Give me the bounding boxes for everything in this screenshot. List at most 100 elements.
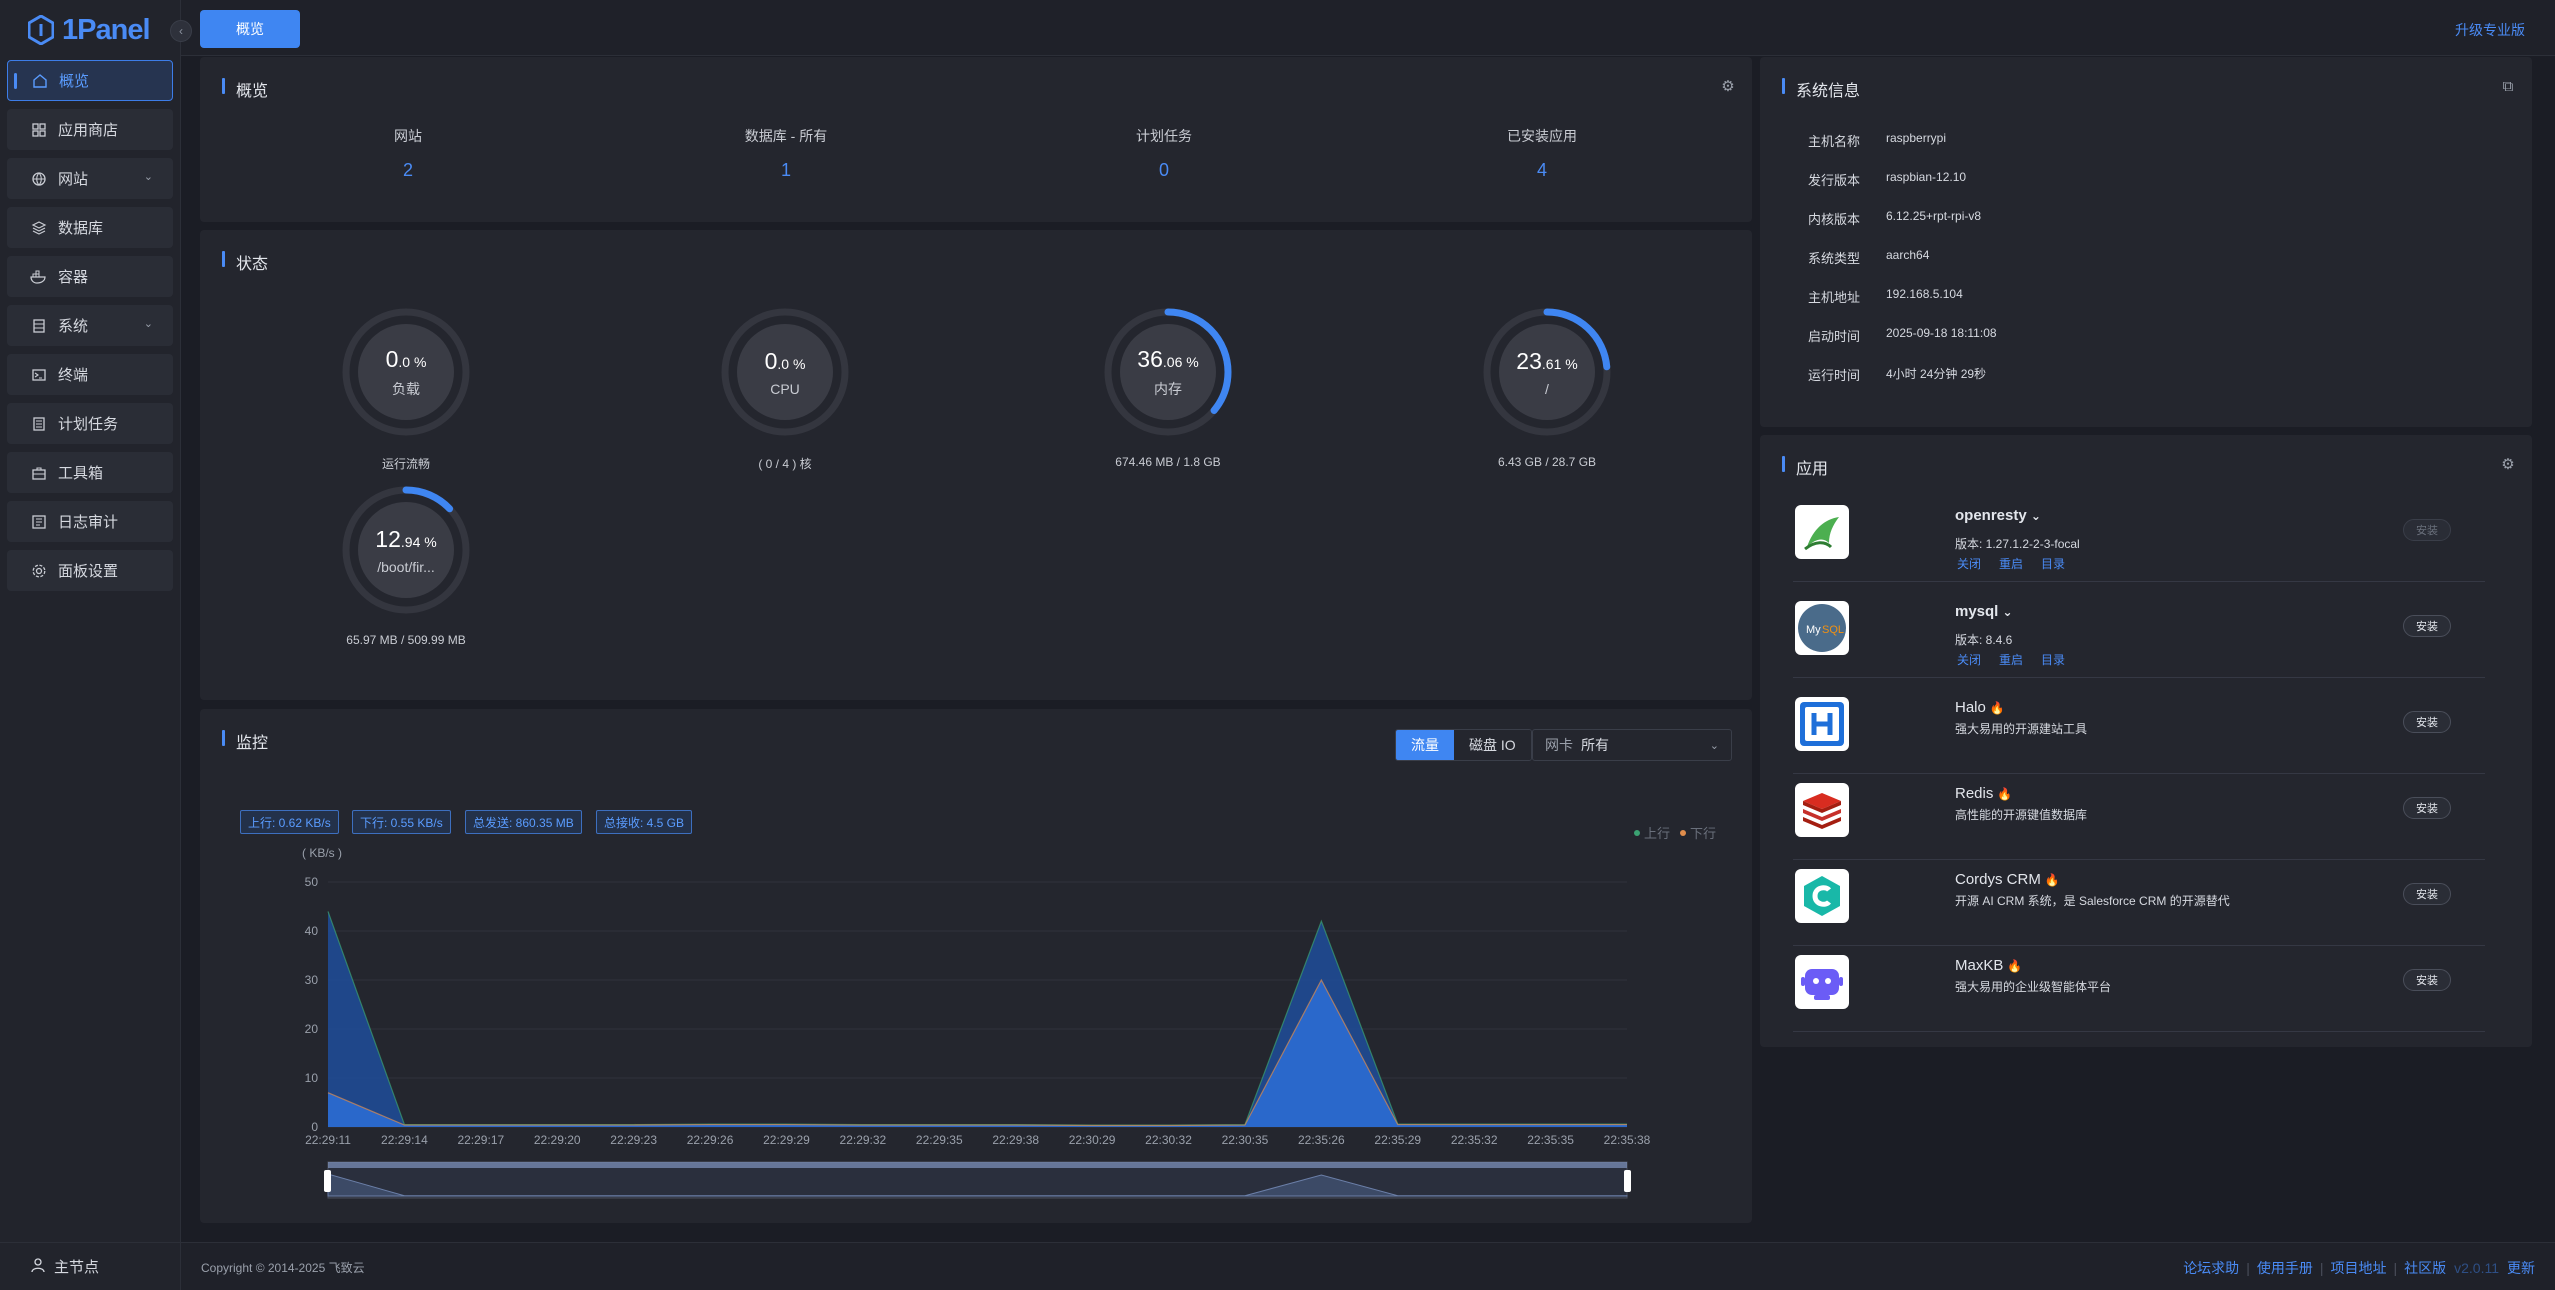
overview-stat-websites[interactable]: 网站 2 xyxy=(308,126,508,181)
chevron-down-icon: ⌄ xyxy=(143,171,153,183)
app-name[interactable]: MaxKB 🔥 xyxy=(1955,957,2022,974)
app-name[interactable]: openresty ⌄ xyxy=(1955,507,2041,524)
forum-link[interactable]: 论坛求助 xyxy=(2183,1258,2239,1278)
info-row-arch: 系统类型 aarch64 xyxy=(1808,248,1929,267)
zoom-handle-left[interactable] xyxy=(324,1170,331,1192)
globe-icon xyxy=(30,170,48,188)
gauge-load[interactable]: 0.0 % 负载 xyxy=(341,307,471,437)
node-selector[interactable]: 主节点 xyxy=(0,1242,181,1290)
update-link[interactable]: 更新 xyxy=(2507,1258,2535,1278)
overview-stat-cron[interactable]: 计划任务 0 xyxy=(1064,126,1264,181)
hot-icon: 🔥 xyxy=(2007,959,2023,973)
sidebar-item-logs[interactable]: 日志审计 xyxy=(7,501,173,542)
svg-text:SQL: SQL xyxy=(1822,624,1844,636)
directory-link[interactable]: 目录 xyxy=(2041,555,2065,572)
app-name[interactable]: Halo 🔥 xyxy=(1955,699,2005,716)
upgrade-pro-link[interactable]: 升级专业版 xyxy=(2455,20,2525,40)
collapse-sidebar-button[interactable]: ‹ xyxy=(170,20,192,42)
nic-select[interactable]: 网卡 所有 ⌄ xyxy=(1532,729,1732,761)
app-cordys-crm: Cordys CRM 🔥 开源 AI CRM 系统，是 Salesforce CR… xyxy=(1793,860,2485,946)
install-button[interactable]: 安装 xyxy=(2403,615,2451,637)
restart-link[interactable]: 重启 xyxy=(1999,651,2023,668)
x-tick-label: 22:35:32 xyxy=(1451,1133,1498,1147)
gear-icon[interactable]: ⚙ xyxy=(2500,457,2516,473)
gear-icon xyxy=(30,562,48,580)
tab-disk-io[interactable]: 磁盘 IO xyxy=(1454,730,1531,760)
edition-link[interactable]: 社区版 xyxy=(2404,1258,2446,1278)
app-actions: 关闭 重启 目录 xyxy=(1957,555,2065,572)
install-button[interactable]: 安装 xyxy=(2403,797,2451,819)
sidebar-item-app-store[interactable]: 应用商店 xyxy=(7,109,173,150)
sidebar-item-system[interactable]: 系统 ⌄ xyxy=(7,305,173,346)
sidebar: 1Panel ‹ 概览 应用商店 网站 ⌄ 数据库 容器 系统 ⌄ 终端 计划任… xyxy=(0,0,192,1290)
overview-stat-databases[interactable]: 数据库 - 所有 1 xyxy=(686,126,886,181)
stat-label: 网站 xyxy=(394,128,422,144)
sidebar-item-label: 面板设置 xyxy=(58,563,119,580)
sidebar-item-website[interactable]: 网站 ⌄ xyxy=(7,158,173,199)
stat-value[interactable]: 1 xyxy=(686,160,886,181)
sidebar-item-cron[interactable]: 计划任务 xyxy=(7,403,173,444)
gauge-cpu[interactable]: 0.0 % CPU xyxy=(720,307,850,437)
x-tick-label: 22:29:11 xyxy=(305,1133,351,1147)
divider: | xyxy=(2393,1260,2398,1276)
chevron-down-icon[interactable]: ⌄ xyxy=(2031,509,2041,523)
sidebar-item-database[interactable]: 数据库 xyxy=(7,207,173,248)
directory-link[interactable]: 目录 xyxy=(2041,651,2065,668)
sidebar-item-overview[interactable]: 概览 xyxy=(7,60,173,101)
gauge-disk-boot[interactable]: 12.94 % /boot/fir... xyxy=(341,485,471,615)
info-key: 系统类型 xyxy=(1808,251,1861,266)
cordys-crm-logo xyxy=(1795,869,1849,923)
app-desc: 强大易用的开源建站工具 xyxy=(1955,722,2088,736)
zoom-handle-right[interactable] xyxy=(1624,1170,1631,1192)
project-link[interactable]: 项目地址 xyxy=(2330,1258,2386,1278)
stop-link[interactable]: 关闭 xyxy=(1957,555,1981,572)
install-button[interactable]: 安装 xyxy=(2403,883,2451,905)
stop-link[interactable]: 关闭 xyxy=(1957,651,1981,668)
stat-label: 计划任务 xyxy=(1136,128,1192,144)
gear-icon[interactable]: ⚙ xyxy=(1720,79,1736,95)
sidebar-item-terminal[interactable]: 终端 xyxy=(7,354,173,395)
x-tick-label: 22:35:35 xyxy=(1527,1133,1574,1147)
logo-icon xyxy=(27,14,55,46)
log-icon xyxy=(30,513,48,531)
info-key: 主机地址 xyxy=(1808,290,1861,305)
stat-value[interactable]: 4 xyxy=(1442,160,1642,181)
mysql-logo: My SQL xyxy=(1795,601,1849,655)
sidebar-item-container[interactable]: 容器 xyxy=(7,256,173,297)
chevron-down-icon[interactable]: ⌄ xyxy=(2003,605,2013,619)
install-button[interactable]: 安装 xyxy=(2403,519,2451,541)
gauge-center: 0.0 % CPU xyxy=(737,324,833,420)
install-button[interactable]: 安装 xyxy=(2403,711,2451,733)
docs-link[interactable]: 使用手册 xyxy=(2257,1258,2313,1278)
app-name[interactable]: Redis 🔥 xyxy=(1955,785,2012,802)
install-button[interactable]: 安装 xyxy=(2403,969,2451,991)
stat-value[interactable]: 2 xyxy=(308,160,508,181)
y-tick-label: 30 xyxy=(305,973,319,987)
gauge-center: 36.06 % 内存 xyxy=(1120,324,1216,420)
tab-traffic[interactable]: 流量 xyxy=(1396,730,1454,760)
redis-logo xyxy=(1795,783,1849,837)
x-tick-label: 22:29:14 xyxy=(381,1133,428,1147)
tab-overview[interactable]: 概览 xyxy=(200,10,300,48)
gauge-center: 0.0 % 负载 xyxy=(358,324,454,420)
gauge-value: 0.0 % xyxy=(764,347,806,374)
gauge-subtext: 6.43 GB / 28.7 GB xyxy=(1497,455,1597,469)
copy-icon[interactable]: ⧉ xyxy=(2500,79,2516,95)
legend-down[interactable]: 下行 xyxy=(1690,823,1716,842)
x-tick-label: 22:29:29 xyxy=(763,1133,810,1147)
gauge-memory[interactable]: 36.06 % 内存 xyxy=(1103,307,1233,437)
app-name[interactable]: Cordys CRM 🔥 xyxy=(1955,871,2060,888)
logo[interactable]: 1Panel xyxy=(27,10,150,50)
sidebar-item-settings[interactable]: 面板设置 xyxy=(7,550,173,591)
app-name[interactable]: mysql ⌄ xyxy=(1955,603,2013,620)
app-mysql: My SQL mysql ⌄ 版本: 8.4.6 关闭 重启 目录 安装 xyxy=(1793,592,2485,678)
server-icon xyxy=(30,317,48,335)
series-line-0 xyxy=(327,911,1627,1126)
restart-link[interactable]: 重启 xyxy=(1999,555,2023,572)
gauge-disk-root[interactable]: 23.61 % / xyxy=(1482,307,1612,437)
x-tick-label: 22:35:38 xyxy=(1604,1133,1651,1147)
sidebar-item-toolbox[interactable]: 工具箱 xyxy=(7,452,173,493)
apps-title: 应用 xyxy=(1782,455,1828,479)
stat-value[interactable]: 0 xyxy=(1064,160,1264,181)
overview-stat-apps[interactable]: 已安装应用 4 xyxy=(1442,126,1642,181)
